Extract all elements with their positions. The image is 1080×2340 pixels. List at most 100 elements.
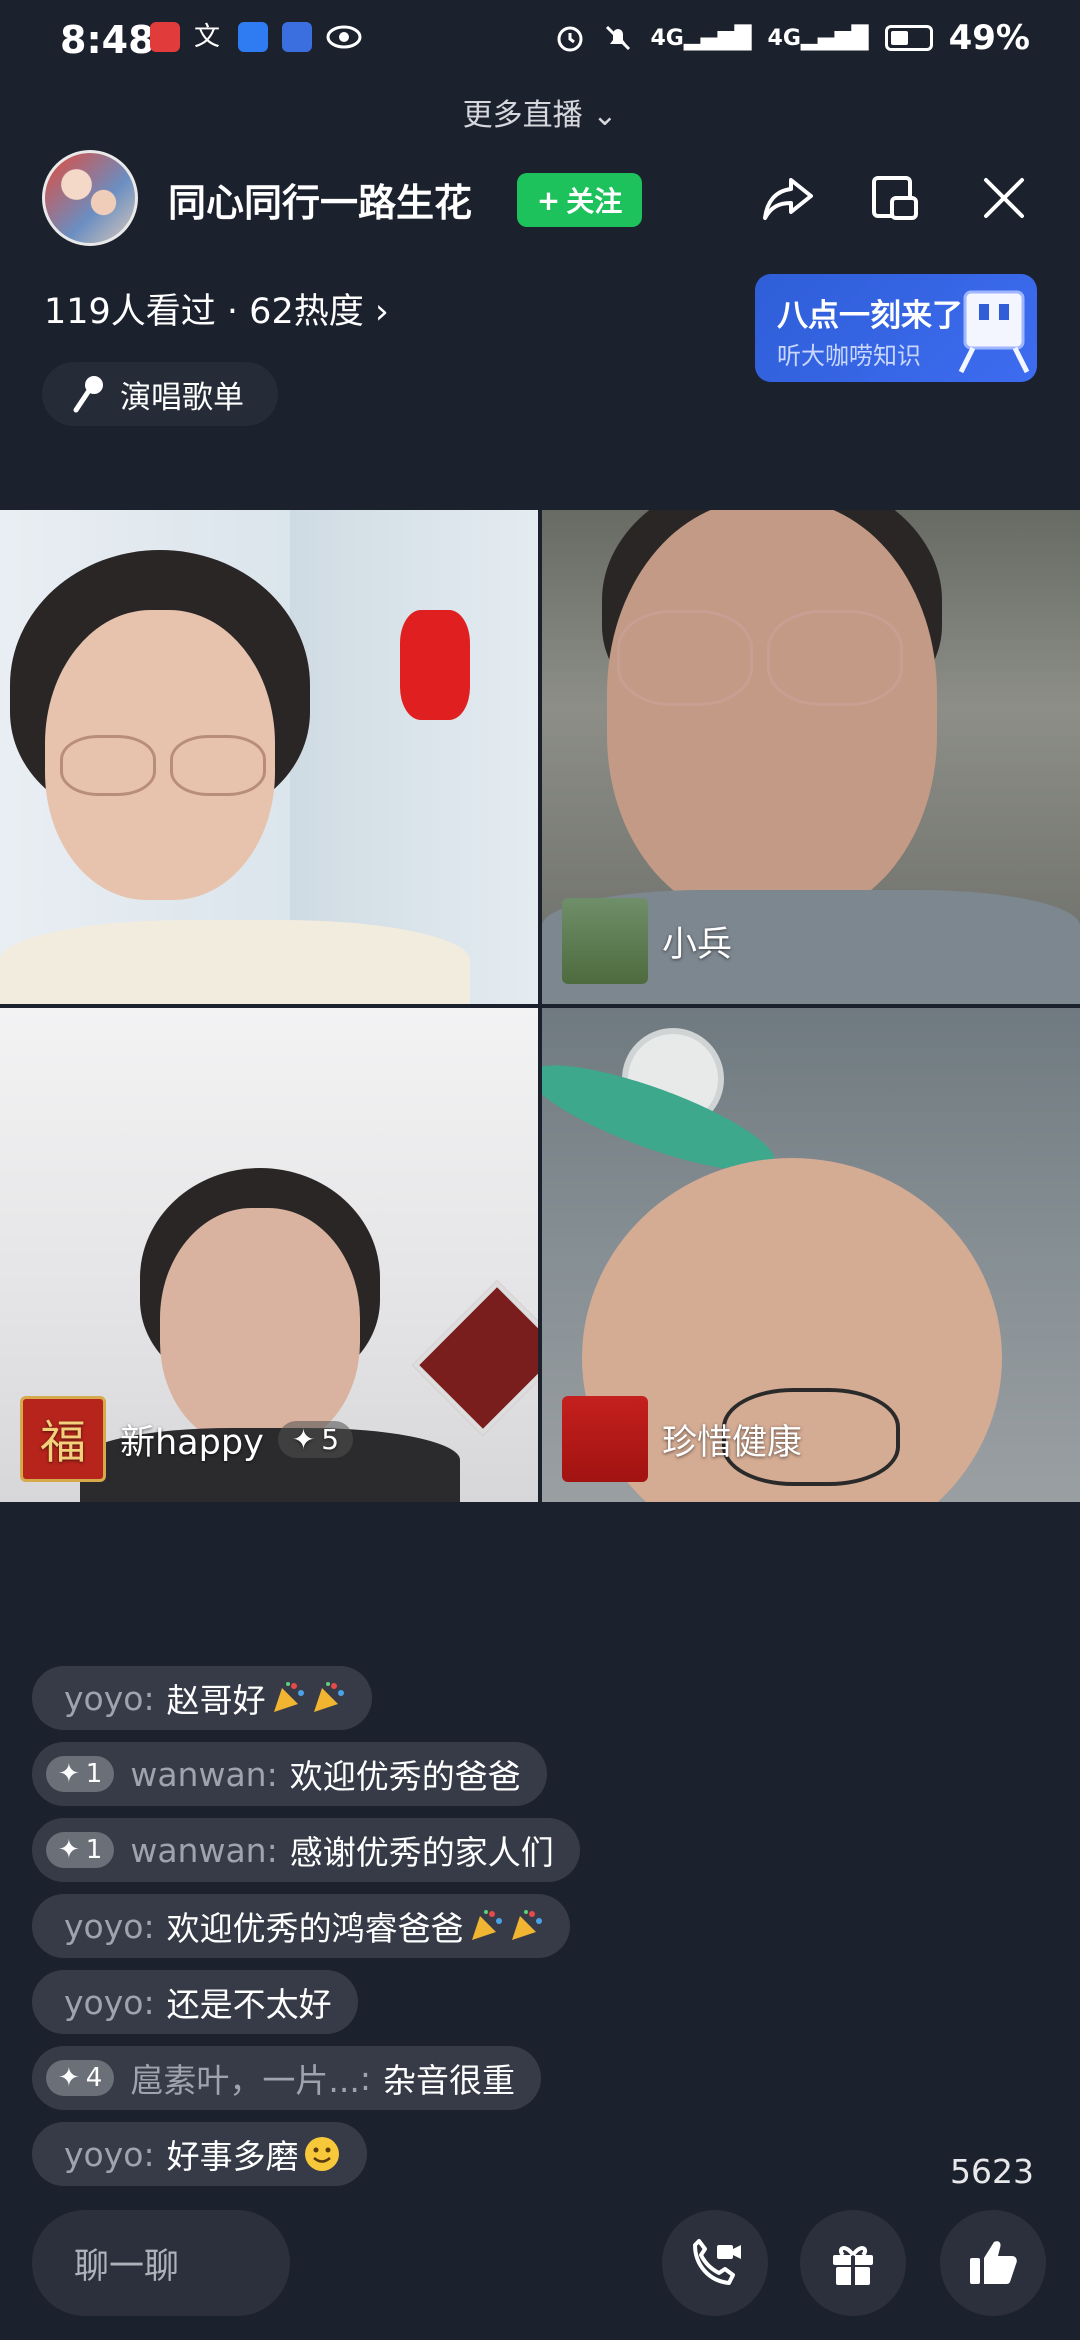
chat-message[interactable]: yoyo: 还是不太好: [32, 1970, 358, 2034]
participant-name: 珍惜健康: [662, 1422, 803, 1463]
chat-text: 好事多磨: [166, 2137, 299, 2176]
microphone-icon: [73, 376, 103, 413]
chat-username[interactable]: yoyo: [64, 1907, 143, 1946]
signal-2: 4G▂▄▆█: [767, 25, 869, 51]
follow-button[interactable]: + 关注: [517, 173, 642, 227]
participant-tag-2: 小兵: [562, 898, 732, 984]
fan-level-badge: ✦ 4: [46, 2060, 115, 2096]
float-window-icon[interactable]: [866, 168, 926, 228]
shirt: [0, 920, 470, 1004]
easel-icon: [958, 290, 1030, 374]
close-icon[interactable]: [974, 168, 1034, 228]
participant-video-3[interactable]: 福 新happy ✦ 5: [0, 1008, 538, 1502]
chat-username[interactable]: yoyo: [64, 1983, 143, 2022]
chat-username[interactable]: wanwan: [130, 1831, 266, 1870]
like-count: 5623: [950, 2152, 1034, 2191]
chat-username[interactable]: 扈素叶，一片...: [130, 2054, 359, 2102]
direction-app-icon: [238, 22, 268, 52]
battery-icon: [884, 25, 933, 51]
chat-separator: :: [143, 1982, 155, 2022]
chat-text: 欢迎优秀的爸爸: [289, 1757, 521, 1796]
participant-video-2[interactable]: 小兵: [542, 510, 1080, 1004]
badge-count: 1: [85, 1759, 103, 1789]
promo-banner[interactable]: 八点一刻来了 听大咖唠知识: [755, 274, 1037, 382]
sparkle-icon: ✦: [291, 1422, 316, 1456]
status-time: 8:48: [60, 18, 155, 62]
badge-count: 4: [85, 2063, 103, 2093]
eye-icon: [326, 25, 362, 49]
chat-separator: :: [359, 2058, 371, 2098]
chat-separator: :: [143, 2134, 155, 2174]
sparkle-icon: ✦: [58, 2063, 80, 2093]
plus-count: 5: [321, 1422, 340, 1456]
chat-text: 还是不太好: [166, 1985, 332, 2024]
party-popper-icon: [313, 1682, 344, 1712]
chat-text: 杂音很重: [382, 2061, 515, 2100]
video-call-button[interactable]: [662, 2210, 768, 2316]
chat-username[interactable]: yoyo: [64, 2135, 143, 2174]
plus-badge: ✦ 5: [277, 1420, 354, 1458]
chat-separator: :: [143, 1678, 155, 1718]
participant-avatar: 福: [20, 1396, 106, 1482]
fu-decoration: [412, 1280, 538, 1436]
chat-message[interactable]: ✦ 1 wanwan: 欢迎优秀的爸爸: [32, 1742, 547, 1806]
baidu-app-icon: [282, 22, 312, 52]
stats-text: 119人看过 · 62热度: [44, 292, 364, 332]
participant-avatar: [562, 1396, 648, 1482]
chat-message[interactable]: yoyo: 赵哥好: [32, 1666, 372, 1730]
status-right: 4G▂▄▆█ 4G▂▄▆█ 49%: [554, 18, 1030, 58]
thumbs-up-icon: [970, 2241, 1017, 2284]
chat-message[interactable]: yoyo: 欢迎优秀的鸿睿爸爸: [32, 1894, 570, 1958]
plus-icon: +: [536, 183, 561, 217]
red-ornament: [400, 610, 470, 720]
room-title: 同心同行一路生花: [168, 181, 473, 225]
chat-separator: :: [266, 1754, 278, 1794]
alarm-icon: [557, 26, 583, 52]
participant-video-1[interactable]: [0, 510, 538, 1004]
translate-icon: 文: [194, 22, 221, 52]
like-button[interactable]: [940, 2210, 1046, 2316]
share-icon[interactable]: [758, 168, 818, 228]
glasses: [767, 610, 903, 706]
chat-username[interactable]: yoyo: [64, 1679, 143, 1718]
chevron-down-icon: ⌄: [592, 98, 618, 133]
mute-icon: [606, 25, 631, 51]
glasses: [170, 735, 266, 796]
participant-tag-4: 珍惜健康: [562, 1396, 802, 1482]
promo-title: 八点一刻来了: [777, 298, 963, 334]
chat-list: yoyo: 赵哥好 ✦ 1 wanwan: 欢迎优秀的爸爸 ✦ 1 wanwan: 感谢优秀的家人…: [32, 1666, 580, 2186]
viewer-stats[interactable]: 119人看过 · 62热度 ›: [44, 283, 389, 334]
chat-text: 感谢优秀的家人们: [289, 1833, 554, 1872]
chat-separator: :: [143, 1906, 155, 1946]
sparkle-icon: ✦: [58, 1759, 80, 1789]
smile-emoji-icon: [304, 2137, 339, 2171]
promo-subtitle: 听大咖唠知识: [777, 342, 921, 370]
sparkle-icon: ✦: [58, 1835, 80, 1865]
chat-text: 赵哥好: [166, 1681, 266, 1720]
face: [607, 510, 937, 920]
party-popper-icon: [471, 1910, 502, 1940]
party-popper-icon: [273, 1682, 304, 1712]
participant-tag-3: 福 新happy ✦ 5: [20, 1396, 354, 1482]
song-list-label: 演唱歌单: [120, 379, 244, 416]
chat-username[interactable]: wanwan: [130, 1755, 266, 1794]
chat-input[interactable]: 聊一聊: [32, 2210, 290, 2316]
participant-avatar: [562, 898, 648, 984]
chat-message[interactable]: ✦ 1 wanwan: 感谢优秀的家人们: [32, 1818, 580, 1882]
more-live-button[interactable]: 更多直播 ⌄: [0, 90, 1080, 134]
song-list-button[interactable]: 演唱歌单: [42, 362, 278, 426]
app-notification-icon: [150, 22, 180, 52]
badge-count: 1: [85, 1835, 103, 1865]
video-call-icon: [693, 2239, 741, 2285]
glasses: [60, 735, 156, 796]
host-avatar[interactable]: [42, 150, 138, 246]
chat-message[interactable]: yoyo: 好事多磨: [32, 2122, 367, 2186]
chevron-right-icon: ›: [374, 292, 389, 332]
chat-message[interactable]: ✦ 4 扈素叶，一片...: 杂音很重: [32, 2046, 541, 2110]
participant-video-4[interactable]: 珍惜健康: [542, 1008, 1080, 1502]
participant-name: 新happy: [120, 1422, 264, 1463]
gift-button[interactable]: [800, 2210, 906, 2316]
battery-percent: 49%: [948, 18, 1030, 58]
more-live-label: 更多直播: [462, 98, 583, 133]
signal-1: 4G▂▄▆█: [650, 25, 752, 51]
